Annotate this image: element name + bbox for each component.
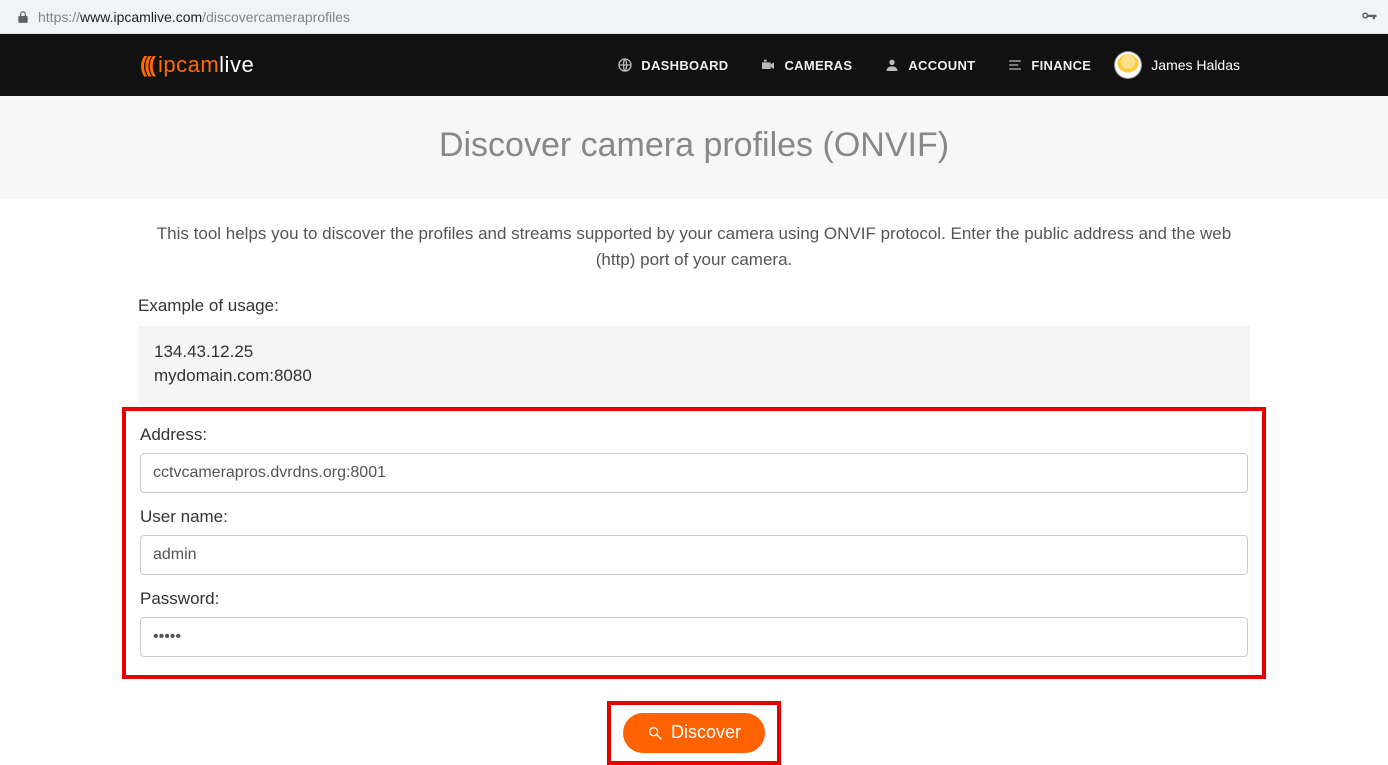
address-label: Address: — [140, 425, 1248, 445]
brand-logo[interactable]: ((( ipcamlive — [140, 52, 254, 78]
nav-label: ACCOUNT — [908, 58, 975, 73]
example-label: Example of usage: — [138, 296, 1250, 316]
globe-icon — [617, 57, 633, 73]
discover-button[interactable]: Discover — [623, 713, 765, 753]
example-line: 134.43.12.25 — [154, 340, 1234, 365]
example-box: 134.43.12.25 mydomain.com:8080 — [138, 326, 1250, 405]
nav-label: DASHBOARD — [641, 58, 728, 73]
example-line: mydomain.com:8080 — [154, 364, 1234, 389]
list-icon — [1007, 57, 1023, 73]
password-input[interactable] — [140, 617, 1248, 657]
username-input[interactable] — [140, 535, 1248, 575]
avatar — [1115, 52, 1141, 78]
lock-icon — [16, 10, 30, 24]
main-container: This tool helps you to discover the prof… — [138, 199, 1250, 765]
nav-label: FINANCE — [1031, 58, 1091, 73]
url-display[interactable]: https://www.ipcamlive.com/discovercamera… — [10, 7, 1350, 27]
nav-label: CAMERAS — [784, 58, 852, 73]
nav-account[interactable]: ACCOUNT — [868, 57, 991, 73]
discover-button-area: Discover — [138, 701, 1250, 765]
form-highlight-box: Address: User name: Password: — [122, 407, 1266, 679]
discover-highlight-box: Discover — [607, 701, 781, 765]
nav-user[interactable]: James Haldas — [1107, 52, 1248, 78]
username-label: User name: — [140, 507, 1248, 527]
nav-cameras[interactable]: CAMERAS — [744, 57, 868, 73]
camera-icon — [760, 57, 776, 73]
password-label: Password: — [140, 589, 1248, 609]
key-icon[interactable] — [1360, 8, 1378, 26]
intro-text: This tool helps you to discover the prof… — [138, 221, 1250, 274]
logo-waves-icon: ((( — [140, 52, 153, 78]
discover-button-label: Discover — [671, 722, 741, 743]
nav-finance[interactable]: FINANCE — [991, 57, 1107, 73]
page-header: Discover camera profiles (ONVIF) — [0, 96, 1388, 199]
user-name: James Haldas — [1151, 57, 1240, 73]
page-title: Discover camera profiles (ONVIF) — [0, 126, 1388, 165]
nav-dashboard[interactable]: DASHBOARD — [601, 57, 744, 73]
address-input[interactable] — [140, 453, 1248, 493]
browser-address-bar: https://www.ipcamlive.com/discovercamera… — [0, 0, 1388, 34]
url-text: https://www.ipcamlive.com/discovercamera… — [38, 9, 350, 25]
user-icon — [884, 57, 900, 73]
top-navbar: ((( ipcamlive DASHBOARD CAMERAS ACCOUNT … — [0, 34, 1388, 96]
search-icon — [647, 725, 663, 741]
